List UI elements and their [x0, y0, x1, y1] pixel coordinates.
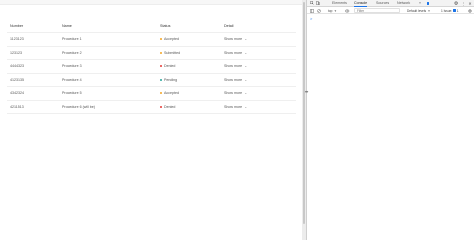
show-more-label: Show more — [224, 64, 243, 69]
header-name: Name — [62, 24, 72, 28]
show-more-button[interactable]: Show more ⌄ — [224, 60, 247, 73]
more-tabs-button[interactable]: » — [419, 0, 421, 7]
cell-name: Procedure 6 (will be) — [62, 104, 95, 109]
status-label: Denied — [163, 104, 176, 109]
header-status: Status — [160, 24, 171, 28]
chevron-down-icon: ▾ — [334, 8, 337, 13]
console-sidebar-icon[interactable] — [309, 8, 314, 13]
header-number: Number — [10, 24, 24, 28]
cell-name: Procedure 3 — [62, 64, 82, 69]
issues-badge-icon[interactable] — [425, 1, 430, 6]
status-label: Denied — [163, 64, 176, 69]
chevron-down-icon: ⌄ — [244, 64, 248, 69]
levels-select[interactable]: Default levels ▾ — [407, 8, 430, 13]
status-dot-icon — [160, 51, 163, 54]
show-more-button[interactable]: Show more ⌄ — [224, 47, 247, 60]
status-dot-icon — [160, 105, 163, 108]
status-label: Pending — [163, 77, 178, 82]
cell-name: Procedure 1 — [62, 37, 82, 42]
cell-number: 4211513 — [10, 104, 24, 109]
show-more-label: Show more — [224, 77, 243, 82]
status-dot-icon — [160, 92, 163, 95]
cell-number: 4444323 — [10, 64, 24, 69]
console-prompt[interactable]: > — [310, 16, 312, 21]
chevron-down-icon: ⌄ — [244, 104, 248, 109]
table-row: 4342324 Procedure 5 Accepted Show more ⌄ — [7, 87, 296, 101]
devtools-tab-bar: Elements Console Sources Network » ⋮ ✕ — [307, 0, 474, 7]
gear-icon[interactable] — [467, 8, 473, 13]
chevron-down-icon: ⌄ — [244, 37, 248, 42]
chevron-down-icon: ▾ — [428, 8, 430, 13]
cell-number: 1123123 — [10, 37, 24, 42]
show-more-button[interactable]: Show more ⌄ — [224, 101, 247, 114]
status-dot-icon — [160, 78, 163, 81]
tab-sources[interactable]: Sources — [376, 0, 389, 7]
table-header-row: Number Name Status Detail — [7, 20, 296, 33]
cell-name: Procedure 5 — [62, 91, 82, 96]
show-more-label: Show more — [224, 104, 243, 109]
show-more-button[interactable]: Show more ⌄ — [224, 74, 247, 87]
console-toolbar: top ▾ Default levels ▾ 1 Issue: 1 — [307, 7, 474, 14]
status-dot-icon — [160, 38, 163, 41]
status-badge: Submitted — [160, 47, 180, 60]
status-label: Submitted — [163, 50, 181, 55]
tab-network[interactable]: Network — [397, 0, 410, 7]
issues-label: 1 Issue: — [441, 8, 453, 13]
table-row: 4444323 Procedure 3 Denied Show more ⌄ — [7, 60, 296, 74]
procedures-table: Number Name Status Detail 1123123 Procedu… — [7, 20, 296, 114]
status-badge: Denied — [160, 101, 175, 114]
inspect-icon[interactable] — [309, 0, 314, 7]
status-badge: Pending — [160, 74, 177, 87]
filter-input[interactable] — [354, 8, 400, 13]
show-more-label: Show more — [224, 37, 243, 42]
cell-number: 123123 — [10, 50, 22, 55]
eye-icon[interactable] — [345, 8, 350, 13]
tab-console[interactable]: Console — [354, 0, 368, 7]
clear-console-icon[interactable] — [316, 8, 321, 13]
table-body: 1123123 Procedure 1 Accepted Show more ⌄ 1231… — [7, 33, 296, 114]
levels-value: Default levels — [407, 8, 427, 13]
status-dot-icon — [160, 65, 163, 68]
tab-elements[interactable]: Elements — [332, 0, 347, 7]
close-icon[interactable]: ✕ — [467, 0, 473, 7]
status-badge: Accepted — [160, 33, 179, 46]
chevron-down-icon: ⌄ — [244, 77, 248, 82]
kebab-menu-icon[interactable]: ⋮ — [461, 0, 466, 7]
issues-count: 1 — [456, 8, 459, 13]
status-label: Accepted — [163, 91, 179, 96]
status-badge: Denied — [160, 60, 175, 73]
show-more-button[interactable]: Show more ⌄ — [224, 33, 247, 46]
cell-name: Procedure 4 — [62, 77, 82, 82]
cell-number: 4123135 — [10, 77, 24, 82]
header-detail: Detail — [224, 24, 234, 28]
context-select[interactable]: top ▾ — [328, 8, 336, 13]
issue-square-icon — [426, 2, 430, 5]
show-more-label: Show more — [224, 91, 243, 96]
page-top-bar — [0, 0, 302, 5]
chevron-down-icon: ⌄ — [244, 50, 248, 55]
cell-number: 4342324 — [10, 91, 24, 96]
cell-name: Procedure 2 — [62, 50, 82, 55]
table-row: 1123123 Procedure 1 Accepted Show more ⌄ — [7, 33, 296, 47]
resize-handle[interactable]: ⇹ — [305, 90, 308, 94]
gear-icon[interactable] — [454, 0, 459, 7]
devtools-panel: ⇹ Elements Console Sources Network » ⋮ ✕ — [305, 0, 474, 240]
web-page: Number Name Status Detail 1123123 Procedu… — [0, 0, 302, 240]
context-value: top — [328, 8, 333, 13]
status-badge: Accepted — [160, 87, 179, 100]
app-window: Number Name Status Detail 1123123 Procedu… — [0, 0, 474, 240]
show-more-button[interactable]: Show more ⌄ — [224, 87, 247, 100]
status-label: Accepted — [163, 37, 179, 42]
scrollbar-thumb[interactable] — [303, 2, 305, 224]
show-more-label: Show more — [224, 50, 243, 55]
table-row: 4211513 Procedure 6 (will be) Denied Show m… — [7, 101, 296, 114]
issue-square-icon — [453, 9, 456, 12]
table-row: 4123135 Procedure 4 Pending Show more ⌄ — [7, 74, 296, 87]
device-toolbar-icon[interactable] — [315, 0, 320, 7]
table-row: 123123 Procedure 2 Submitted Show more ⌄ — [7, 47, 296, 60]
issues-button[interactable]: 1 Issue: 1 — [441, 8, 459, 13]
chevron-down-icon: ⌄ — [244, 91, 248, 96]
